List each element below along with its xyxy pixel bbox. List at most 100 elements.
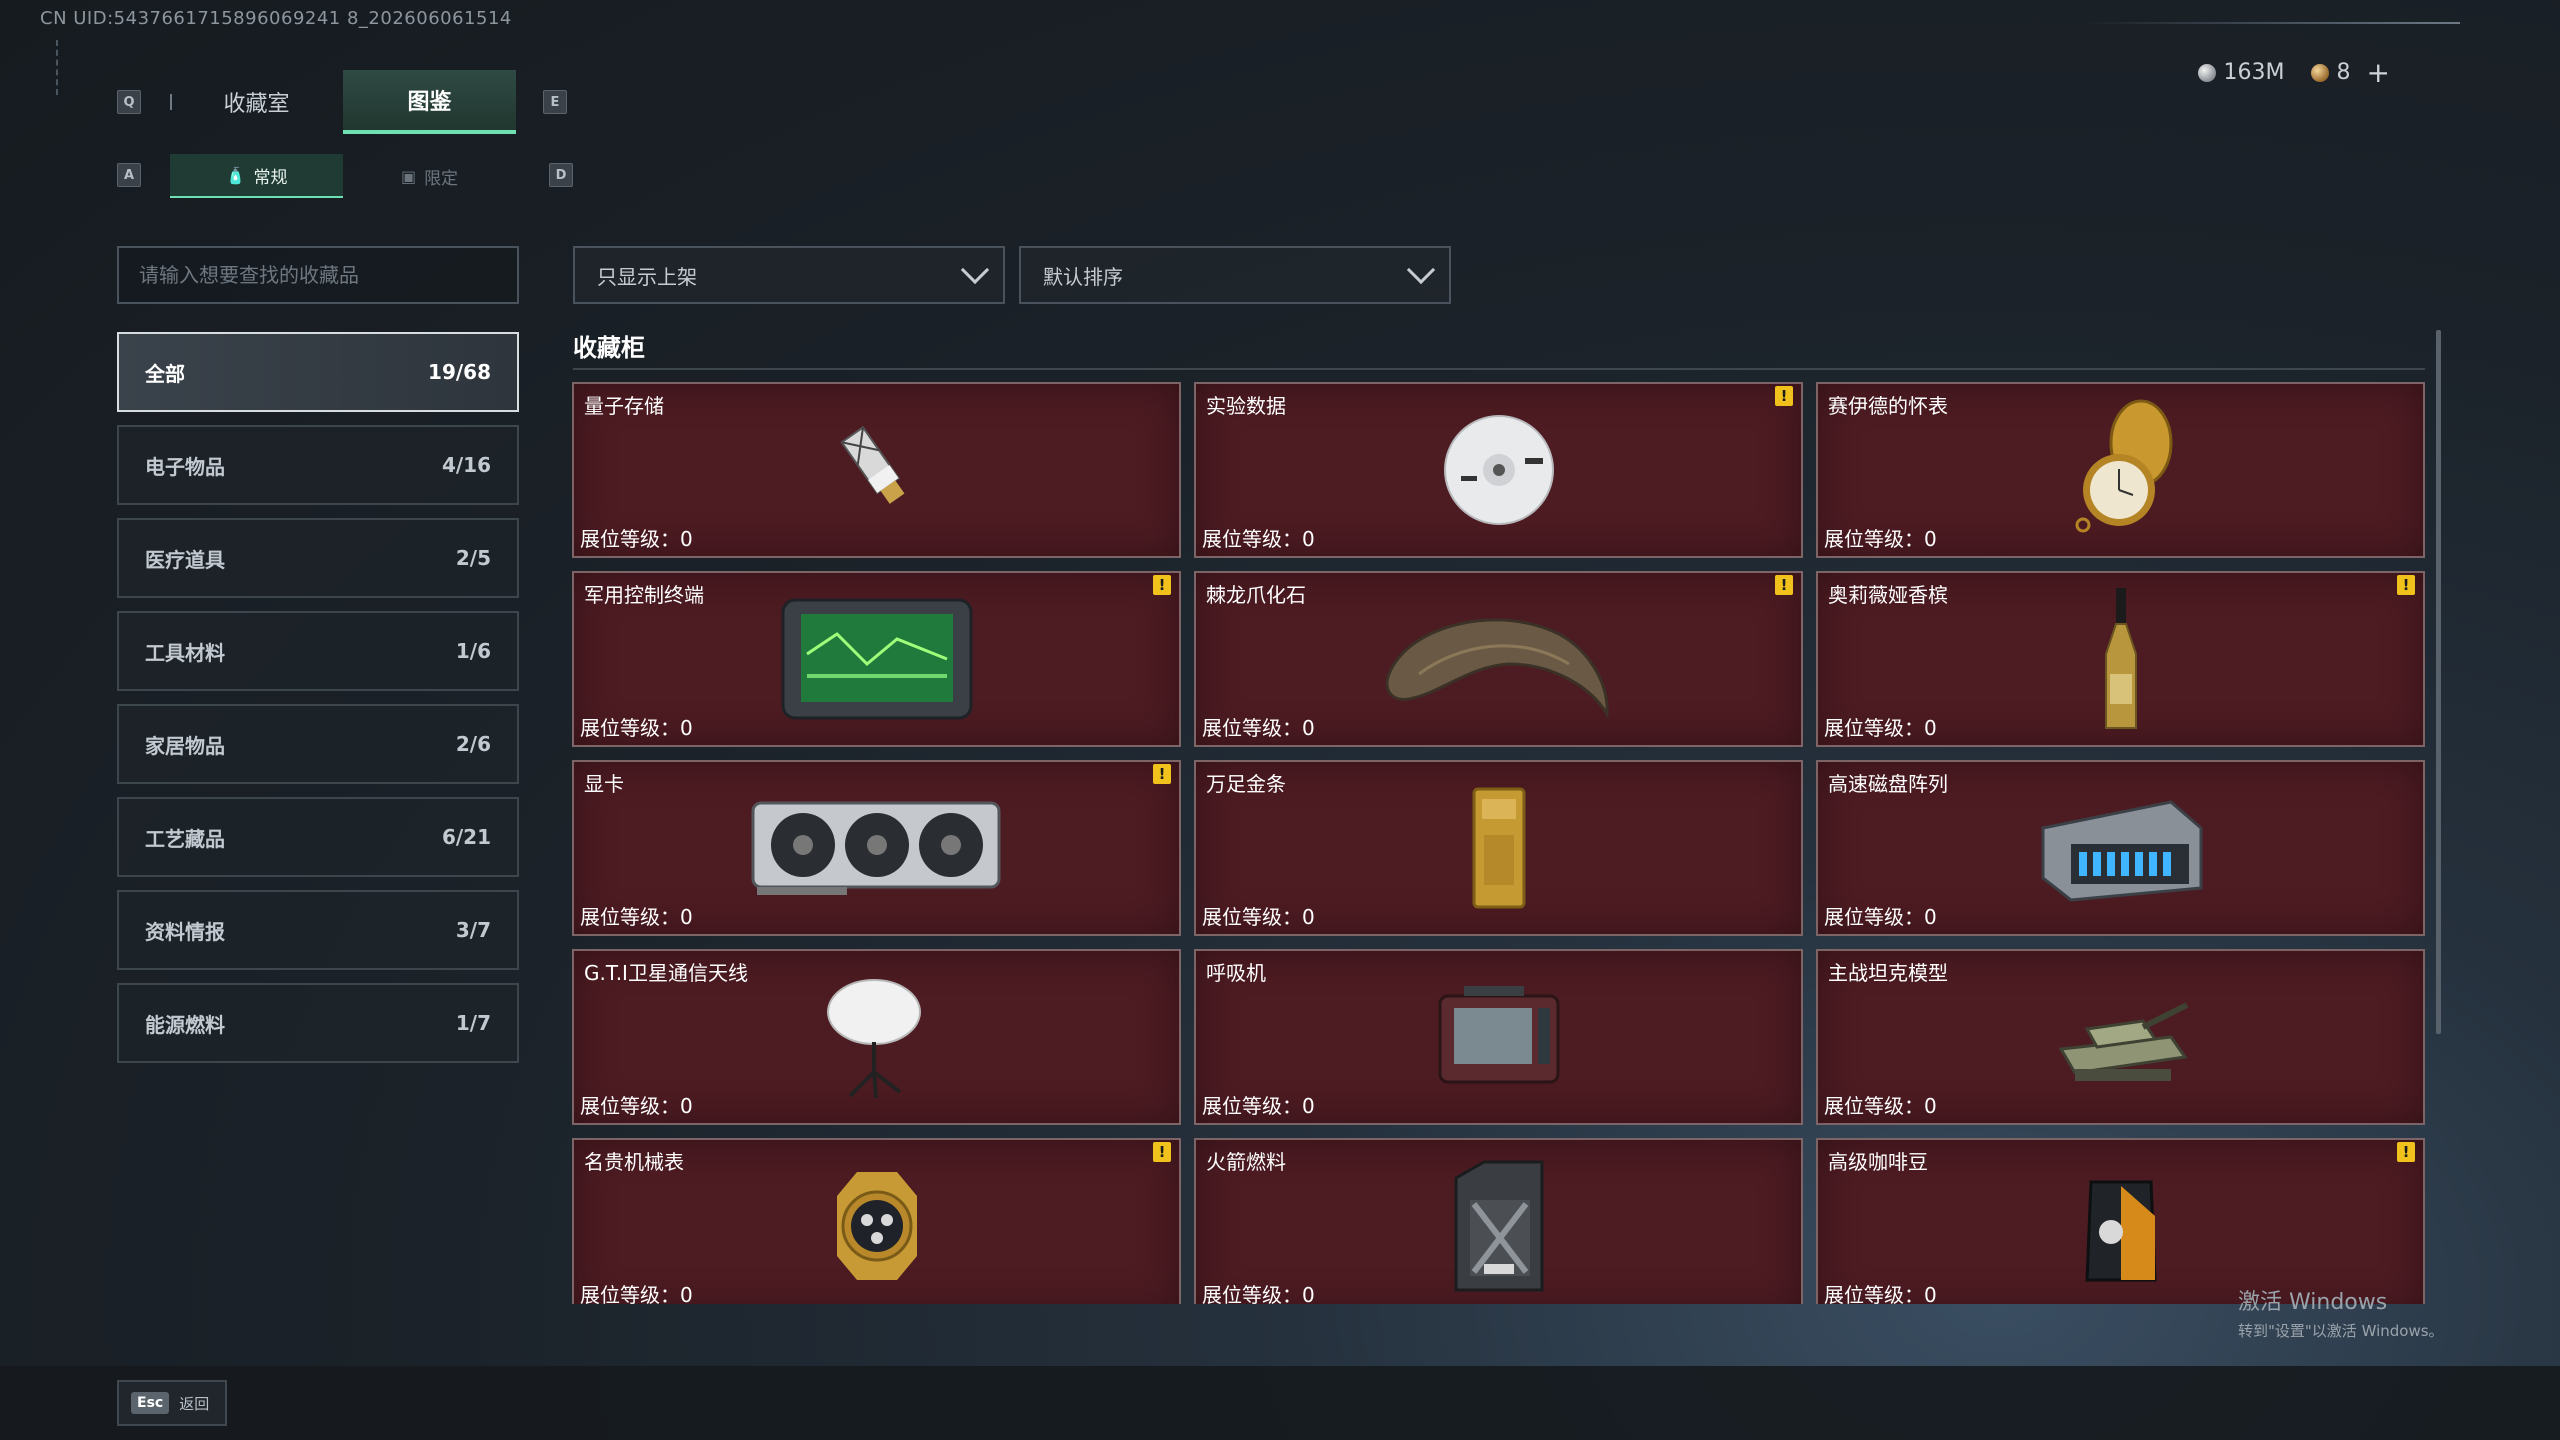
collectible-name: 奥莉薇娅香槟: [1828, 583, 1948, 607]
chevron-down-icon: [1406, 255, 1436, 285]
ventilator-icon: [1434, 982, 1564, 1092]
category-crafts[interactable]: 工艺藏品 6/21: [117, 797, 519, 877]
display-filter-dropdown[interactable]: 只显示上架: [573, 246, 1005, 304]
collectible-name: 火箭燃料: [1206, 1150, 1286, 1174]
dropdown-value: 只显示上架: [597, 264, 697, 289]
category-count: 19/68: [428, 360, 491, 384]
satellite-dish-icon: [822, 972, 932, 1102]
display-level-label: 展位等级：0: [1824, 1094, 1937, 1118]
collectible-card[interactable]: 棘龙爪化石! 展位等级：0: [1194, 571, 1803, 747]
fuel-canister-icon: [1444, 1156, 1554, 1296]
key-hint-q: Q: [117, 90, 141, 114]
watermark-title: 激活 Windows: [2238, 1290, 2388, 1315]
collectible-name: 军用控制终端: [584, 583, 704, 607]
collectible-card[interactable]: 呼吸机展位等级：0: [1194, 949, 1803, 1125]
disc-icon: [1439, 410, 1559, 530]
subtab-label: 常规: [253, 167, 288, 188]
category-label: 医疗道具: [145, 547, 225, 572]
display-level-label: 展位等级：0: [580, 527, 693, 551]
category-label: 电子物品: [145, 454, 225, 479]
collectible-card[interactable]: 军用控制终端! 展位等级：0: [572, 571, 1181, 747]
collectible-card[interactable]: 主战坦克模型 展位等级：0: [1816, 949, 2425, 1125]
category-label: 资料情报: [145, 919, 225, 944]
top-divider-line: [2080, 22, 2460, 24]
champagne-icon: [2096, 584, 2146, 734]
collectible-card[interactable]: 赛伊德的怀表 展位等级：0: [1816, 382, 2425, 558]
collectible-card[interactable]: 实验数据! 展位等级：0: [1194, 382, 1803, 558]
footer-bar: [0, 1366, 2560, 1440]
collectible-card[interactable]: 高级咖啡豆! 展位等级：0: [1816, 1138, 2425, 1304]
bottle-icon: 🧴: [225, 165, 246, 185]
display-level-label: 展位等级：0: [1202, 905, 1315, 929]
collectible-name: 呼吸机: [1206, 961, 1266, 985]
esc-key-icon: Esc: [131, 1392, 170, 1414]
corner-bracket-decoration: [56, 40, 62, 95]
section-divider: [573, 368, 2425, 370]
collectible-card[interactable]: 名贵机械表! 展位等级：0: [572, 1138, 1181, 1304]
quantum-storage-icon: [822, 415, 932, 525]
category-household[interactable]: 家居物品 2/6: [117, 704, 519, 784]
warning-icon: !: [2397, 575, 2415, 595]
collectible-card[interactable]: 量子存储展位等级：0: [572, 382, 1181, 558]
display-level-label: 展位等级：0: [1824, 1283, 1937, 1304]
key-hint-e: E: [543, 90, 567, 114]
display-level-label: 展位等级：0: [1202, 527, 1315, 551]
category-count: 1/6: [455, 639, 491, 663]
wristwatch-icon: [817, 1166, 937, 1286]
gold-amount: 8: [2336, 60, 2351, 85]
collectible-card[interactable]: 奥莉薇娅香槟! 展位等级：0: [1816, 571, 2425, 747]
windows-activation-watermark: 激活 Windows 转到"设置"以激活 Windows。: [2238, 1284, 2444, 1341]
display-level-label: 展位等级：0: [580, 716, 693, 740]
gold-bar-icon: [1464, 783, 1534, 913]
watermark-subtitle: 转到"设置"以激活 Windows。: [2238, 1322, 2444, 1340]
collectible-card[interactable]: 显卡! 展位等级：0: [572, 760, 1181, 936]
silver-coin-icon: [2197, 63, 2216, 82]
category-energy[interactable]: 能源燃料 1/7: [117, 983, 519, 1063]
add-currency-button[interactable]: +: [2367, 56, 2390, 89]
collectible-name: 量子存储: [584, 394, 664, 418]
collectible-name: 名贵机械表: [584, 1150, 684, 1174]
category-all[interactable]: 全部 19/68: [117, 332, 519, 412]
search-input[interactable]: [117, 246, 519, 304]
category-medical[interactable]: 医疗道具 2/5: [117, 518, 519, 598]
category-electronics[interactable]: 电子物品 4/16: [117, 425, 519, 505]
silver-currency: 163M: [2197, 60, 2285, 85]
tab-catalog[interactable]: 图鉴: [343, 70, 516, 134]
category-label: 工艺藏品: [145, 826, 225, 851]
key-hint-d: D: [549, 163, 573, 187]
tab-collection-room[interactable]: 收藏室: [170, 70, 343, 134]
category-count: 2/5: [455, 546, 491, 570]
scrollbar[interactable]: [2436, 330, 2441, 1034]
category-count: 4/16: [441, 453, 491, 477]
back-button[interactable]: Esc 返回: [117, 1380, 227, 1426]
category-intel[interactable]: 资料情报 3/7: [117, 890, 519, 970]
collectible-card[interactable]: 火箭燃料展位等级：0: [1194, 1138, 1803, 1304]
sort-dropdown[interactable]: 默认排序: [1019, 246, 1451, 304]
collectible-name: 棘龙爪化石: [1206, 583, 1306, 607]
collectible-card[interactable]: 高速磁盘阵列 展位等级：0: [1816, 760, 2425, 936]
section-title: 收藏柜: [573, 334, 645, 362]
display-level-label: 展位等级：0: [1824, 905, 1937, 929]
image-icon: ▣: [400, 166, 417, 186]
tab-divider: [170, 94, 172, 110]
collectible-card[interactable]: 万足金条展位等级：0: [1194, 760, 1803, 936]
chevron-down-icon: [960, 255, 990, 285]
category-list: 全部 19/68 电子物品 4/16 医疗道具 2/5 工具材料 1/6 家居物品 2/6…: [117, 332, 519, 1076]
sub-tabs: 🧴 常规 ▣ 限定: [170, 154, 516, 198]
gold-coin-icon: [2310, 63, 2329, 82]
display-level-label: 展位等级：0: [1202, 1283, 1315, 1304]
category-tools[interactable]: 工具材料 1/6: [117, 611, 519, 691]
control-terminal-icon: [777, 594, 977, 724]
back-label: 返回: [179, 1394, 210, 1413]
collectible-name: 万足金条: [1206, 772, 1286, 796]
display-level-label: 展位等级：0: [1824, 716, 1937, 740]
subtab-limited[interactable]: ▣ 限定: [343, 154, 516, 198]
collectible-card[interactable]: G.T.I卫星通信天线 展位等级：0: [572, 949, 1181, 1125]
category-count: 3/7: [455, 918, 491, 942]
display-level-label: 展位等级：0: [580, 1283, 693, 1304]
warning-icon: !: [1153, 1142, 1171, 1162]
subtab-regular[interactable]: 🧴 常规: [170, 154, 343, 198]
display-level-label: 展位等级：0: [580, 905, 693, 929]
silver-amount: 163M: [2223, 60, 2285, 85]
display-level-label: 展位等级：0: [1202, 1094, 1315, 1118]
